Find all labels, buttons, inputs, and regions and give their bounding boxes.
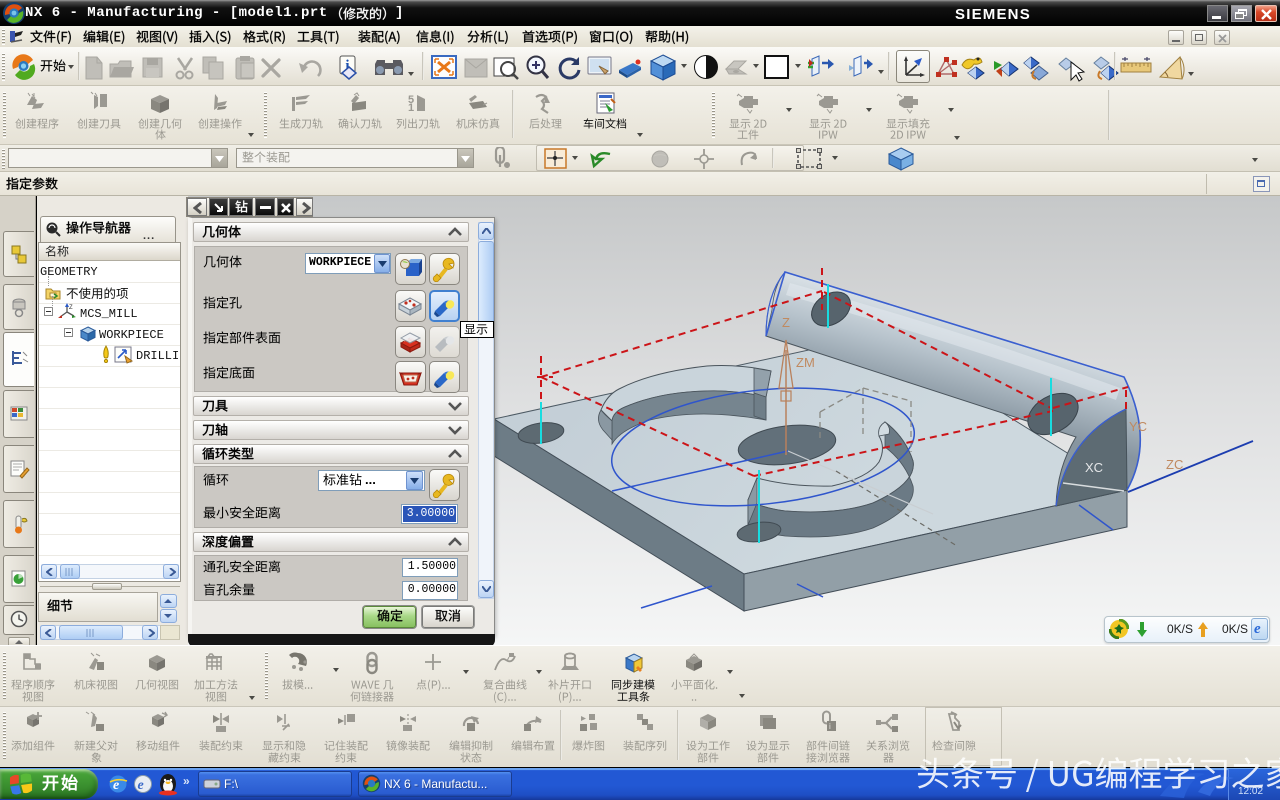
svg-text:Z: Z xyxy=(69,305,73,311)
svg-text:ZM: ZM xyxy=(796,355,815,370)
svg-text:XC: XC xyxy=(1085,460,1103,475)
svg-text:YC: YC xyxy=(1129,419,1147,434)
svg-text:i: i xyxy=(829,722,831,731)
svg-text:Z: Z xyxy=(782,315,790,330)
svg-text:ZC: ZC xyxy=(1166,457,1183,472)
svg-text:e: e xyxy=(138,778,144,793)
